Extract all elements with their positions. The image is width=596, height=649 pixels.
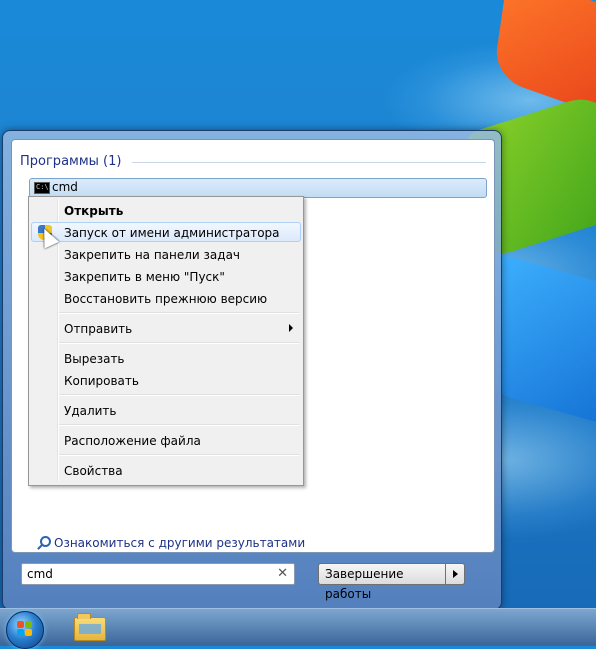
- menu-separator: [59, 394, 299, 396]
- windows-start-orb-icon[interactable]: [6, 611, 44, 649]
- menu-separator: [59, 424, 299, 426]
- menu-item-run-as-admin[interactable]: Запуск от имени администратора: [31, 222, 301, 242]
- menu-item-label: Вырезать: [64, 352, 125, 366]
- context-menu: Открыть Запуск от имени администратора З…: [28, 196, 304, 486]
- menu-item-label: Свойства: [64, 464, 123, 478]
- menu-item-cut[interactable]: Вырезать: [31, 348, 301, 368]
- menu-item-pin-taskbar[interactable]: Закрепить на панели задач: [31, 244, 301, 264]
- see-more-results-label: Ознакомиться с другими результатами: [54, 536, 306, 550]
- menu-item-label: Открыть: [64, 204, 124, 218]
- menu-item-label: Копировать: [64, 374, 139, 388]
- shutdown-button[interactable]: Завершение работы: [318, 563, 446, 601]
- taskbar-explorer-button[interactable]: [70, 613, 110, 643]
- menu-separator: [59, 312, 299, 314]
- menu-item-label: Восстановить прежнюю версию: [64, 292, 268, 306]
- menu-item-label: Запуск от имени администратора: [64, 226, 280, 240]
- menu-item-copy[interactable]: Копировать: [31, 370, 301, 390]
- windows-explorer-folder-icon: [74, 613, 106, 641]
- menu-item-send-to[interactable]: Отправить: [31, 318, 301, 338]
- menu-separator: [59, 454, 299, 456]
- menu-item-label: Закрепить в меню "Пуск": [64, 270, 225, 284]
- menu-item-delete[interactable]: Удалить: [31, 400, 301, 420]
- shutdown-group: Завершение работы: [318, 563, 465, 601]
- menu-separator: [59, 342, 299, 344]
- menu-item-restore-previous[interactable]: Восстановить прежнюю версию: [31, 288, 301, 308]
- menu-item-label: Удалить: [64, 404, 117, 418]
- search-input[interactable]: [27, 566, 267, 582]
- console-icon: C:\: [34, 182, 50, 194]
- search-result-label: cmd: [52, 180, 78, 194]
- programs-section-title: Программы (1): [20, 154, 122, 169]
- start-search-box[interactable]: ✕: [21, 563, 295, 585]
- menu-item-pin-start[interactable]: Закрепить в меню "Пуск": [31, 266, 301, 286]
- clear-icon[interactable]: ✕: [277, 566, 288, 581]
- menu-item-properties[interactable]: Свойства: [31, 460, 301, 480]
- menu-item-label: Расположение файла: [64, 434, 201, 448]
- menu-item-open[interactable]: Открыть: [31, 200, 301, 220]
- menu-item-label: Отправить: [64, 322, 133, 336]
- search-icon: [36, 536, 51, 550]
- taskbar: [0, 608, 596, 649]
- shutdown-options-arrow-icon[interactable]: [446, 563, 465, 585]
- menu-item-file-location[interactable]: Расположение файла: [31, 430, 301, 450]
- see-more-results-link[interactable]: Ознакомиться с другими результатами: [36, 536, 305, 550]
- section-divider: [132, 162, 486, 163]
- search-result-cmd[interactable]: C:\ cmd: [29, 178, 487, 198]
- menu-item-label: Закрепить на панели задач: [64, 248, 241, 262]
- windows-logo-icon: [17, 621, 33, 637]
- submenu-arrow-icon: [289, 324, 293, 332]
